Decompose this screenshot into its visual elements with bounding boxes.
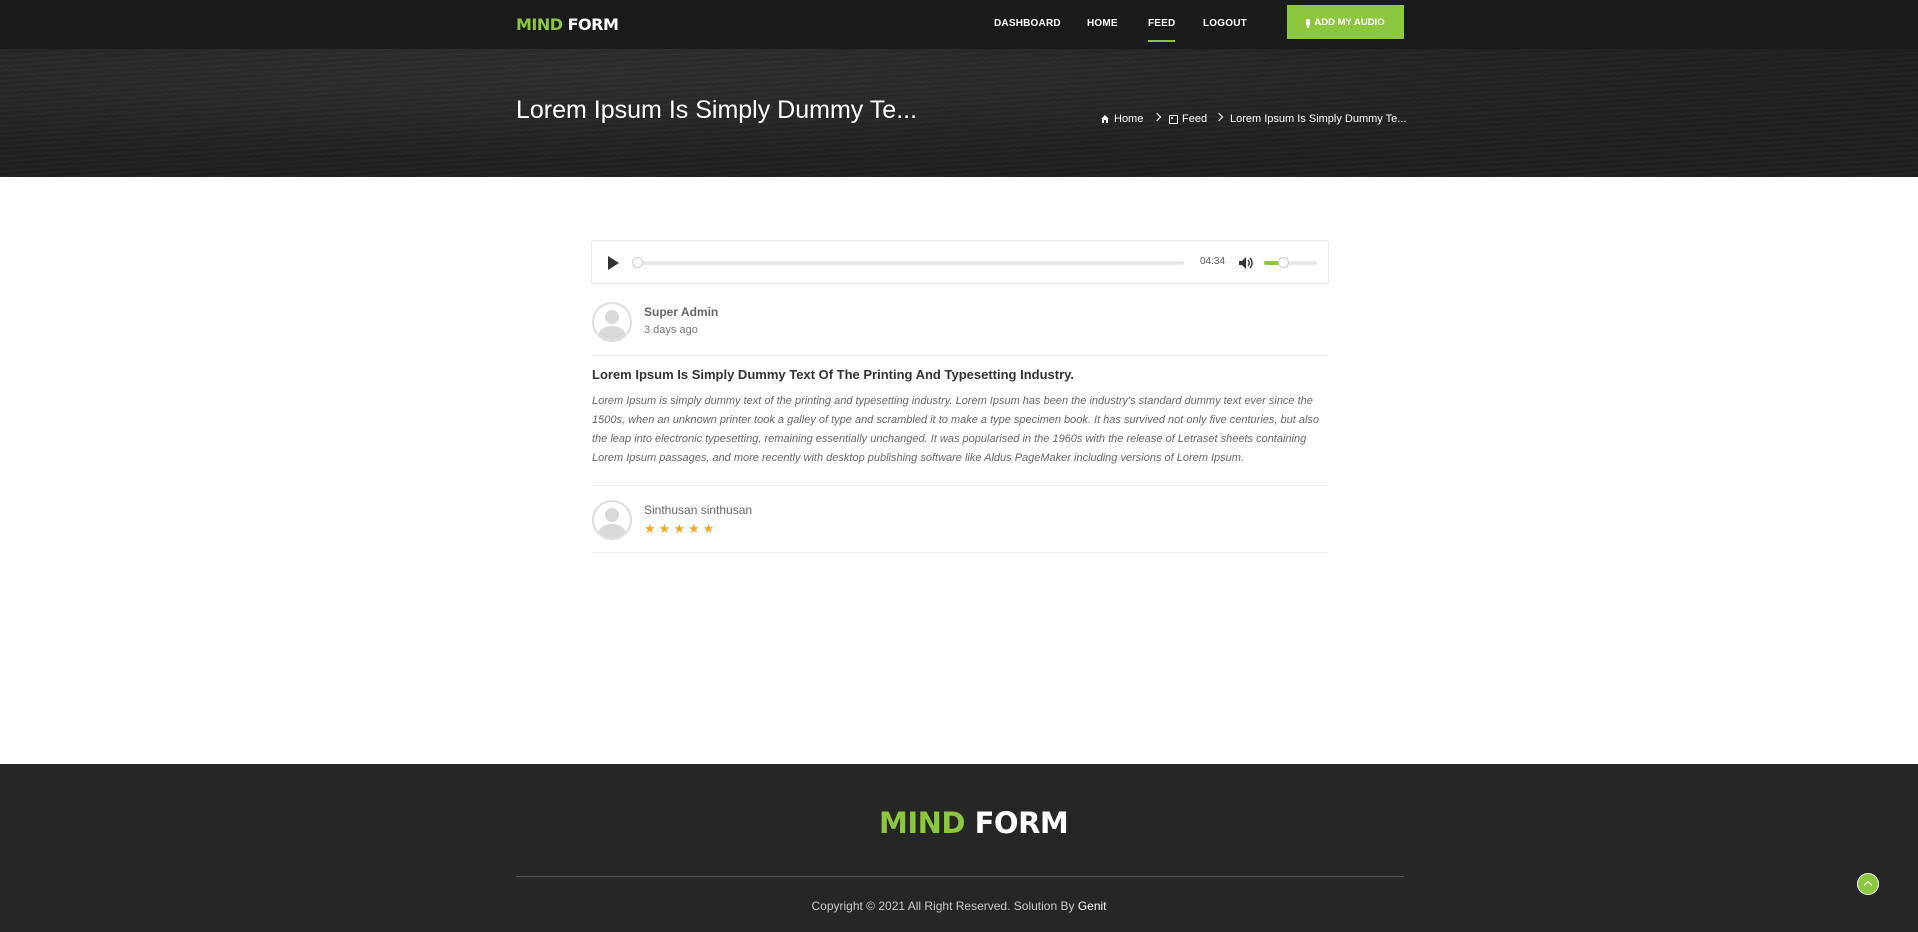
breadcrumb-home[interactable]: Home <box>1100 113 1143 125</box>
breadcrumb-current-label: Lorem Ipsum Is Simply Dummy Te... <box>1230 113 1407 125</box>
divider <box>592 552 1328 553</box>
footer-divider <box>516 876 1404 877</box>
copyright-text: Copyright © 2021 All Right Reserved. Sol… <box>811 899 1075 913</box>
audio-duration: 04:34 <box>1200 256 1226 267</box>
nav-dashboard[interactable]: DASHBOARD <box>994 18 1061 29</box>
add-my-audio-label: ADD MY AUDIO <box>1314 16 1385 28</box>
volume-slider[interactable] <box>1264 257 1317 268</box>
post-body: Lorem Ipsum is simply dummy text of the … <box>592 395 1320 464</box>
logo-text-mind: MIND <box>879 806 966 840</box>
author-name: Super Admin <box>644 305 719 319</box>
reviewer-avatar <box>592 500 632 540</box>
rss-icon <box>1169 114 1178 124</box>
star-icon: ★ <box>658 521 671 536</box>
author-avatar <box>592 302 632 342</box>
back-to-top-button[interactable] <box>1857 873 1879 895</box>
logo-text-mind: MIND <box>516 15 563 34</box>
breadcrumb-feed[interactable]: Feed <box>1169 113 1207 125</box>
breadcrumb-feed-label: Feed <box>1182 113 1208 125</box>
footer-logo[interactable]: MIND FORM <box>879 806 1069 840</box>
star-icon: ★ <box>644 521 656 536</box>
page-title: Lorem Ipsum Is Simply Dummy Te... <box>516 96 918 124</box>
post-title: Lorem Ipsum Is Simply Dummy Text Of The … <box>592 367 1075 382</box>
breadcrumb-home-label: Home <box>1114 113 1144 125</box>
breadcrumb: Home Feed Lorem Ipsum Is Simply Dummy Te… <box>1100 112 1406 127</box>
audio-progress-bar[interactable] <box>632 257 1184 268</box>
top-navbar: MIND FORM DASHBOARD HOME FEED LOGOUT ADD… <box>0 0 1918 49</box>
footer: MIND FORM Copyright © 2021 All Right Res… <box>0 764 1918 932</box>
nav-home[interactable]: HOME <box>1087 18 1118 29</box>
breadcrumb-current: Lorem Ipsum Is Simply Dummy Te... <box>1230 113 1406 125</box>
reviewer-name: Sinthusan sinthusan <box>644 503 753 517</box>
copyright-brand-link[interactable]: Genit <box>1078 899 1107 913</box>
star-icon: ★ <box>687 521 700 536</box>
site-logo[interactable]: MIND FORM <box>516 15 619 34</box>
logo-text-form: FORM <box>974 806 1069 840</box>
star-rating: ★ ★ ★ ★ ★ <box>644 522 714 535</box>
nav-feed[interactable]: FEED <box>1148 18 1176 42</box>
nav-logout[interactable]: LOGOUT <box>1203 18 1247 29</box>
volume-handle[interactable] <box>1277 257 1289 268</box>
chevron-right-icon <box>1152 112 1162 122</box>
review-item: Sinthusan sinthusan ★ ★ ★ ★ ★ <box>592 500 1328 553</box>
copyright: Copyright © 2021 All Right Reserved. Sol… <box>0 899 1918 913</box>
microphone-icon <box>1306 18 1311 28</box>
add-my-audio-button[interactable]: ADD MY AUDIO <box>1287 5 1404 39</box>
home-icon <box>1101 115 1109 123</box>
star-icon: ★ <box>673 521 685 536</box>
divider <box>592 485 1328 486</box>
chevron-right-icon <box>1214 112 1224 122</box>
audio-progress-handle[interactable] <box>632 257 643 268</box>
volume-icon[interactable] <box>1238 256 1254 270</box>
play-icon[interactable] <box>608 256 619 270</box>
post-author: Super Admin 3 days ago <box>592 302 1328 356</box>
audio-player: 04:34 <box>591 240 1329 284</box>
logo-text-form: FORM <box>567 15 619 34</box>
star-icon: ★ <box>702 521 715 536</box>
post-time: 3 days ago <box>644 324 698 336</box>
